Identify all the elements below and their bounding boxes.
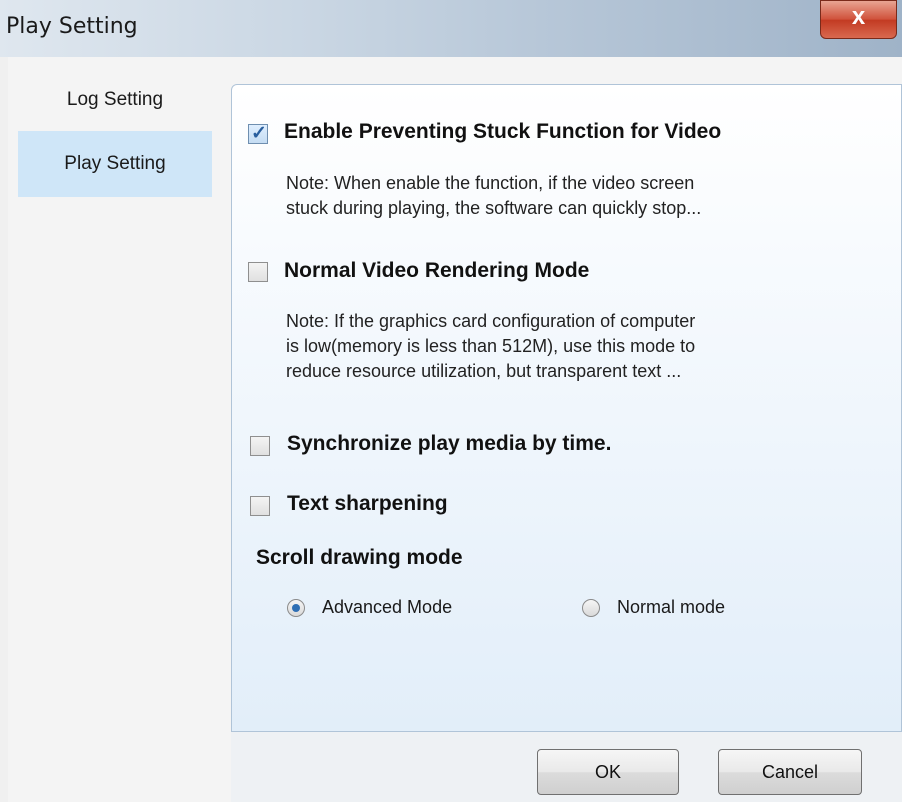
normal-rendering-checkbox[interactable] (248, 262, 268, 282)
advanced-mode-radio[interactable] (287, 599, 305, 617)
nav-item-log-setting[interactable]: Log Setting (18, 67, 212, 133)
nav-item-label: Play Setting (64, 153, 166, 174)
nav-item-play-setting[interactable]: Play Setting (18, 131, 212, 197)
normal-mode-label[interactable]: Normal mode (617, 597, 725, 618)
cancel-button-label: Cancel (761, 761, 819, 782)
close-icon: x (851, 3, 866, 30)
preventing-stuck-note-line-2: stuck during playing, the software can q… (286, 198, 702, 218)
normal-rendering-label[interactable]: Normal Video Rendering Mode (284, 259, 589, 283)
cancel-button[interactable]: Cancel (718, 749, 862, 795)
close-button[interactable]: x (820, 0, 897, 39)
checkmark-icon: ✓ (251, 123, 267, 144)
normal-rendering-note-line-1: Note: If the graphics card configuration… (286, 311, 696, 331)
play-setting-dialog: Play Setting x Log Setting Play Setting … (0, 0, 902, 802)
window-title: Play Setting (6, 14, 138, 39)
advanced-mode-label[interactable]: Advanced Mode (322, 597, 452, 618)
text-sharpening-checkbox[interactable] (250, 496, 270, 516)
sync-by-time-label[interactable]: Synchronize play media by time. (287, 432, 611, 456)
preventing-stuck-checkbox[interactable]: ✓ (248, 123, 268, 144)
preventing-stuck-note-line-1: Note: When enable the function, if the v… (286, 173, 695, 193)
normal-rendering-note-line-3: reduce resource utilization, but transpa… (286, 361, 682, 381)
title-bar[interactable]: Play Setting x (0, 0, 902, 57)
scroll-mode-heading: Scroll drawing mode (256, 546, 463, 569)
radio-selected-dot (292, 604, 300, 612)
normal-mode-radio[interactable] (582, 599, 600, 617)
preventing-stuck-label[interactable]: Enable Preventing Stuck Function for Vid… (284, 120, 721, 144)
normal-rendering-note-line-2: is low(memory is less than 512M), use th… (286, 336, 696, 356)
nav-item-label: Log Setting (66, 89, 164, 110)
sync-by-time-checkbox[interactable] (250, 436, 270, 456)
text-sharpening-label[interactable]: Text sharpening (287, 492, 448, 516)
ok-button-label: OK (594, 761, 621, 782)
ok-button[interactable]: OK (537, 749, 679, 795)
